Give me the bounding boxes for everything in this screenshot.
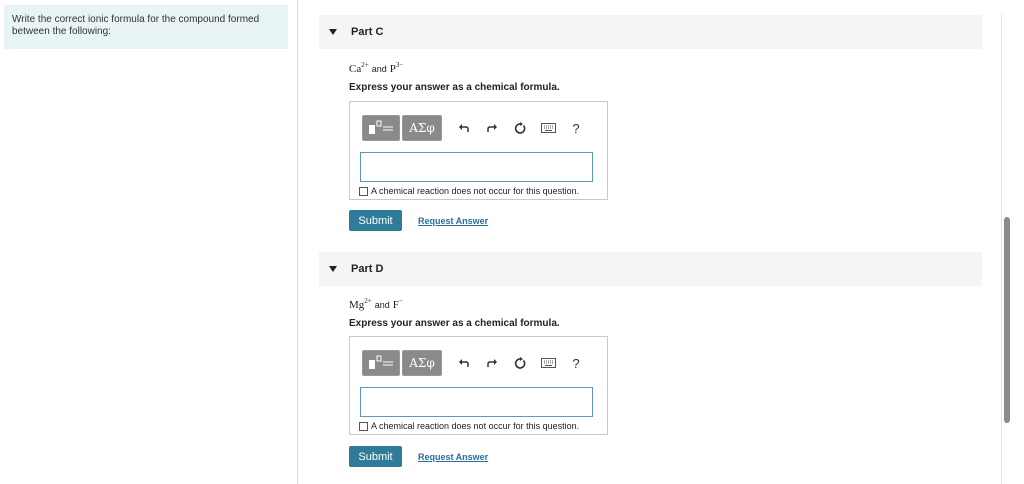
keyboard-icon xyxy=(540,123,556,133)
anion-charge: 3− xyxy=(395,61,404,69)
no-reaction-label: A chemical reaction does not occur for t… xyxy=(371,186,580,196)
cation-symbol: Ca xyxy=(349,63,362,75)
editor-toolbar: ΑΣφ ? xyxy=(362,350,590,376)
collapse-caret-icon[interactable] xyxy=(329,266,337,272)
no-reaction-label: A chemical reaction does not occur for t… xyxy=(371,421,580,431)
answer-editor: ΑΣφ ? A chemical reaction does not occur… xyxy=(349,336,608,435)
keyboard-icon xyxy=(540,358,556,368)
and-word: and xyxy=(374,300,390,310)
cation-charge: 2+ xyxy=(361,61,369,69)
answer-prompt: Express your answer as a chemical formul… xyxy=(349,82,560,93)
help-button[interactable]: ? xyxy=(562,115,590,141)
keyboard-button[interactable] xyxy=(534,115,562,141)
part-c-header[interactable]: Part C xyxy=(319,15,982,49)
question-ions: Ca2+ and P3− xyxy=(349,61,403,75)
keyboard-button[interactable] xyxy=(534,350,562,376)
undo-button[interactable] xyxy=(450,350,478,376)
undo-icon xyxy=(459,124,469,132)
collapse-caret-icon[interactable] xyxy=(329,29,337,35)
submit-button[interactable]: Submit xyxy=(349,210,402,231)
scrollbar-thumb[interactable] xyxy=(1004,217,1010,423)
redo-button[interactable] xyxy=(478,115,506,141)
no-reaction-checkbox[interactable] xyxy=(359,186,368,196)
greek-symbols-button[interactable]: ΑΣφ xyxy=(402,350,442,376)
answer-editor: ΑΣφ ? A chemical reaction does not occur… xyxy=(349,101,608,200)
submit-button[interactable]: Submit xyxy=(349,446,402,467)
reset-icon xyxy=(514,356,525,369)
no-reaction-option[interactable]: A chemical reaction does not occur for t… xyxy=(359,186,579,196)
instructions-text: Write the correct ionic formula for the … xyxy=(4,5,288,49)
reset-icon xyxy=(514,121,525,134)
part-title: Part C xyxy=(351,26,384,38)
part-title: Part D xyxy=(351,263,384,275)
template-button[interactable] xyxy=(362,115,400,141)
reset-button[interactable] xyxy=(506,350,534,376)
request-answer-link[interactable]: Request Answer xyxy=(418,452,488,462)
answer-input[interactable] xyxy=(360,152,593,182)
answer-prompt: Express your answer as a chemical formul… xyxy=(349,318,560,329)
redo-icon xyxy=(487,124,497,132)
no-reaction-option[interactable]: A chemical reaction does not occur for t… xyxy=(359,421,579,431)
no-reaction-checkbox[interactable] xyxy=(359,421,368,431)
cation-charge: 2+ xyxy=(364,297,372,305)
template-button[interactable] xyxy=(362,350,400,376)
left-panel: Write the correct ionic formula for the … xyxy=(0,0,298,484)
answer-input[interactable] xyxy=(360,387,593,417)
greek-symbols-button[interactable]: ΑΣφ xyxy=(402,115,442,141)
request-answer-link[interactable]: Request Answer xyxy=(418,216,488,226)
editor-toolbar: ΑΣφ ? xyxy=(362,115,590,141)
reset-button[interactable] xyxy=(506,115,534,141)
part-d-header[interactable]: Part D xyxy=(319,252,982,286)
help-icon: ? xyxy=(572,355,580,371)
anion-charge: − xyxy=(398,297,403,305)
redo-button[interactable] xyxy=(478,350,506,376)
undo-icon xyxy=(459,359,469,367)
redo-icon xyxy=(487,359,497,367)
template-icon xyxy=(369,120,393,134)
template-icon xyxy=(369,355,393,369)
undo-button[interactable] xyxy=(450,115,478,141)
question-ions: Mg2+ and F− xyxy=(349,297,403,311)
help-button[interactable]: ? xyxy=(562,350,590,376)
cation-symbol: Mg xyxy=(349,299,365,311)
and-word: and xyxy=(371,64,387,74)
help-icon: ? xyxy=(572,120,580,136)
